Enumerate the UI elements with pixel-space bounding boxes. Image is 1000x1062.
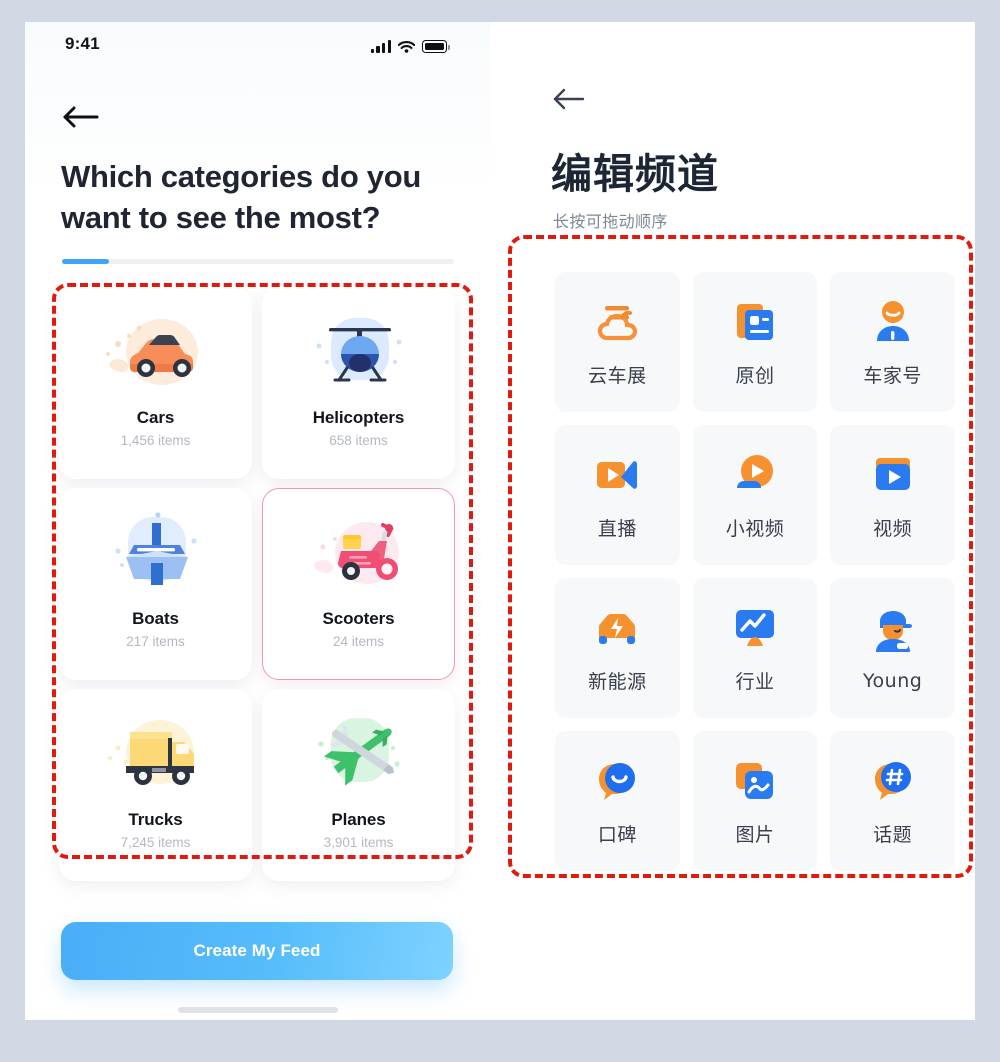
channel-tile-grid: 云车展 原创 车家号 直播 小视频 视频 新能源 行业 Young 口碑 图片 …: [555, 272, 955, 871]
channel-label: 小视频: [725, 518, 785, 540]
category-name: Planes: [331, 810, 386, 829]
category-item-count: 1,456 items: [120, 433, 191, 448]
channel-tile-industry[interactable]: 行业: [692, 578, 818, 718]
category-row: Boats 217 items Scooters 24 items: [59, 488, 459, 680]
category-item-count: 24 items: [332, 634, 385, 649]
category-card-grid: Cars 1,456 items Helicopters 658 items B…: [59, 287, 459, 890]
channel-tile-live-stream[interactable]: 直播: [555, 425, 680, 565]
channel-tile-topic[interactable]: 话题: [830, 731, 955, 871]
photo-icon: [729, 755, 781, 807]
channel-tile-user-account[interactable]: 车家号: [830, 272, 955, 412]
status-bar-time: 9:41: [65, 34, 100, 53]
scooter-icon: [299, 507, 419, 603]
channel-tile-cloud-auto-show[interactable]: 云车展: [555, 272, 680, 412]
reputation-bubble-icon: [591, 755, 643, 807]
channel-tile-photo[interactable]: 图片: [692, 731, 818, 871]
channel-label: 新能源: [588, 671, 647, 693]
live-stream-icon: [591, 449, 643, 501]
channel-label: Young: [862, 669, 923, 692]
category-item-count: 7,245 items: [120, 835, 191, 850]
category-name: Scooters: [322, 609, 395, 628]
plane-icon: [299, 708, 419, 804]
channel-label: 口碑: [597, 824, 637, 846]
category-card-trucks[interactable]: Trucks 7,245 items: [59, 689, 252, 881]
screenshot-canvas: 9:41 Which categories do you want to see…: [25, 22, 975, 1020]
boat-icon: [96, 507, 216, 603]
wifi-icon: [397, 40, 416, 53]
category-row: Trucks 7,245 items Planes 3,901 items: [59, 689, 459, 881]
channel-label: 图片: [735, 824, 775, 846]
truck-icon: [96, 708, 216, 804]
category-card-planes[interactable]: Planes 3,901 items: [262, 689, 455, 881]
category-card-cars[interactable]: Cars 1,456 items: [59, 287, 252, 479]
channel-label: 行业: [735, 671, 775, 693]
status-bar: 9:41: [25, 22, 490, 66]
hashtag-topic-icon: [867, 755, 919, 807]
category-name: Cars: [136, 408, 175, 427]
cellular-signal-icon: [370, 40, 391, 53]
category-card-helicopters[interactable]: Helicopters 658 items: [262, 287, 455, 479]
category-name: Boats: [132, 609, 179, 628]
progress-bar-fill: [62, 259, 110, 264]
category-item-count: 3,901 items: [323, 835, 394, 850]
category-row: Cars 1,456 items Helicopters 658 items: [59, 287, 459, 479]
channel-tile-video[interactable]: 视频: [830, 425, 955, 565]
channel-label: 原创: [735, 365, 775, 387]
left-phone-screen: 9:41 Which categories do you want to see…: [25, 22, 490, 1020]
channel-tile-short-video[interactable]: 小视频: [692, 425, 818, 565]
page-title: 编辑频道: [551, 150, 719, 198]
home-indicator: [177, 1007, 338, 1013]
channel-label: 云车展: [588, 365, 647, 387]
original-article-icon: [729, 296, 781, 348]
helicopter-icon: [299, 306, 419, 402]
channel-tile-original[interactable]: 原创: [692, 272, 818, 412]
channel-label: 视频: [873, 518, 913, 540]
category-card-boats[interactable]: Boats 217 items: [59, 488, 252, 680]
channel-label: 话题: [873, 824, 913, 846]
status-bar-icons: [370, 36, 450, 53]
page-subtitle: 长按可拖动顺序: [553, 212, 668, 231]
battery-full-icon: [422, 40, 450, 53]
channel-tile-reputation[interactable]: 口碑: [555, 731, 680, 871]
cloud-auto-show-icon: [591, 296, 643, 348]
page-title: Which categories do you want to see the …: [61, 159, 421, 235]
video-icon: [867, 449, 919, 501]
industry-chart-icon: [729, 602, 781, 654]
channel-tile-young[interactable]: Young: [830, 578, 955, 718]
user-account-icon: [867, 296, 919, 348]
young-person-icon: [867, 605, 919, 657]
short-video-icon: [729, 449, 781, 501]
create-my-feed-button[interactable]: Create My Feed: [61, 922, 453, 980]
category-name: Trucks: [128, 810, 183, 829]
back-arrow-icon[interactable]: [552, 84, 592, 114]
channel-label: 直播: [597, 518, 637, 540]
channel-tile-new-energy[interactable]: 新能源: [555, 578, 680, 718]
right-phone-screen: 编辑频道 长按可拖动顺序 云车展 原创 车家号 直播 小视频 视频 新能源 行业…: [490, 22, 975, 1020]
category-card-scooters[interactable]: Scooters 24 items: [262, 488, 455, 680]
car-icon: [96, 306, 216, 402]
category-name: Helicopters: [312, 408, 405, 427]
category-item-count: 217 items: [126, 634, 185, 649]
electric-vehicle-icon: [591, 602, 643, 654]
back-arrow-icon[interactable]: [61, 100, 107, 134]
category-item-count: 658 items: [329, 433, 388, 448]
channel-label: 车家号: [863, 365, 922, 387]
onboarding-progress-bar: [62, 259, 454, 264]
